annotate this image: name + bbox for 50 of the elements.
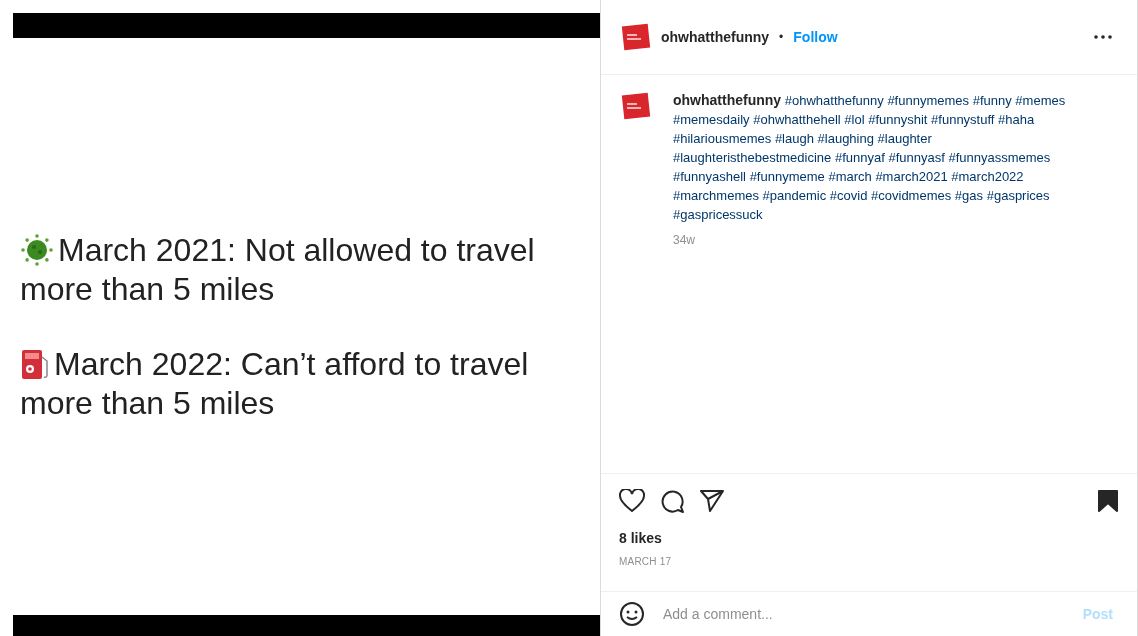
avatar-icon[interactable] bbox=[621, 22, 651, 52]
hashtag-link[interactable]: #funnyassmemes bbox=[948, 150, 1051, 165]
hashtag-link[interactable]: #ohwhatthehell bbox=[753, 112, 841, 127]
hashtag-link[interactable]: #gasprices bbox=[986, 188, 1050, 203]
share-button[interactable] bbox=[699, 489, 725, 513]
fuel-pump-icon bbox=[20, 347, 50, 381]
like-button[interactable] bbox=[619, 489, 645, 513]
comment-button[interactable] bbox=[659, 488, 685, 514]
likes-count[interactable]: 8 likes bbox=[619, 530, 1119, 546]
hashtag-link[interactable]: #laughteristhebestmedicine bbox=[673, 150, 832, 165]
hashtag-link[interactable]: #covidmemes bbox=[871, 188, 952, 203]
hashtag-link[interactable]: #gas bbox=[954, 188, 984, 203]
hashtag-link[interactable]: #ohwhatthefunny bbox=[784, 93, 884, 108]
hashtag-link[interactable]: #laughter bbox=[877, 131, 932, 146]
hashtag-link[interactable]: #lol bbox=[844, 112, 865, 127]
username[interactable]: ohwhatthefunny bbox=[661, 29, 770, 45]
hashtag-link[interactable]: #funny bbox=[972, 93, 1012, 108]
hashtag-link[interactable]: #memes bbox=[1015, 93, 1066, 108]
save-button[interactable] bbox=[1097, 489, 1119, 513]
hashtag-link[interactable]: #laugh bbox=[774, 131, 814, 146]
hashtag-link[interactable]: #laughing bbox=[817, 131, 874, 146]
avatar-icon[interactable] bbox=[621, 91, 651, 121]
hashtag-link[interactable]: #march bbox=[828, 169, 872, 184]
separator: • bbox=[779, 30, 784, 44]
hashtag-link[interactable]: #funnyashell bbox=[673, 169, 746, 184]
hashtag-link[interactable]: #march2021 bbox=[875, 169, 948, 184]
post-date: MARCH 17 bbox=[619, 556, 673, 567]
hashtag-link[interactable]: #funnymeme bbox=[749, 169, 825, 184]
hashtag-link[interactable]: #funnystuff bbox=[931, 112, 995, 127]
hashtag-link[interactable]: #gaspricessuck bbox=[673, 207, 763, 222]
hashtag-link[interactable]: #funnyshit bbox=[868, 112, 928, 127]
caption-username[interactable]: ohwhatthefunny bbox=[673, 92, 782, 108]
hashtag-link[interactable]: #memesdaily bbox=[673, 112, 750, 127]
meme-text: March 2022: Can’t afford to travel bbox=[54, 344, 529, 384]
meme-text: more than 5 miles bbox=[20, 269, 276, 309]
more-options-icon[interactable] bbox=[1093, 34, 1113, 40]
emoji-button[interactable] bbox=[619, 601, 645, 627]
hashtag-link[interactable]: #covid bbox=[829, 188, 868, 203]
meme-text: March 2021: Not allowed to travel bbox=[58, 230, 535, 270]
hashtag-link[interactable]: #marchmemes bbox=[673, 188, 759, 203]
hashtag-link[interactable]: #funnymemes bbox=[887, 93, 970, 108]
post-age: 34w bbox=[673, 232, 696, 249]
meme-text: more than 5 miles bbox=[20, 383, 276, 423]
hashtag-link[interactable]: #pandemic bbox=[762, 188, 827, 203]
hashtag-link[interactable]: #march2022 bbox=[951, 169, 1024, 184]
virus-icon bbox=[20, 233, 54, 267]
hashtag-link[interactable]: #funnyaf bbox=[834, 150, 885, 165]
hashtag-link[interactable]: #hilariousmemes bbox=[673, 131, 772, 146]
hashtag-link[interactable]: #funnyasf bbox=[888, 150, 945, 165]
hashtag-link[interactable]: #haha bbox=[998, 112, 1035, 127]
